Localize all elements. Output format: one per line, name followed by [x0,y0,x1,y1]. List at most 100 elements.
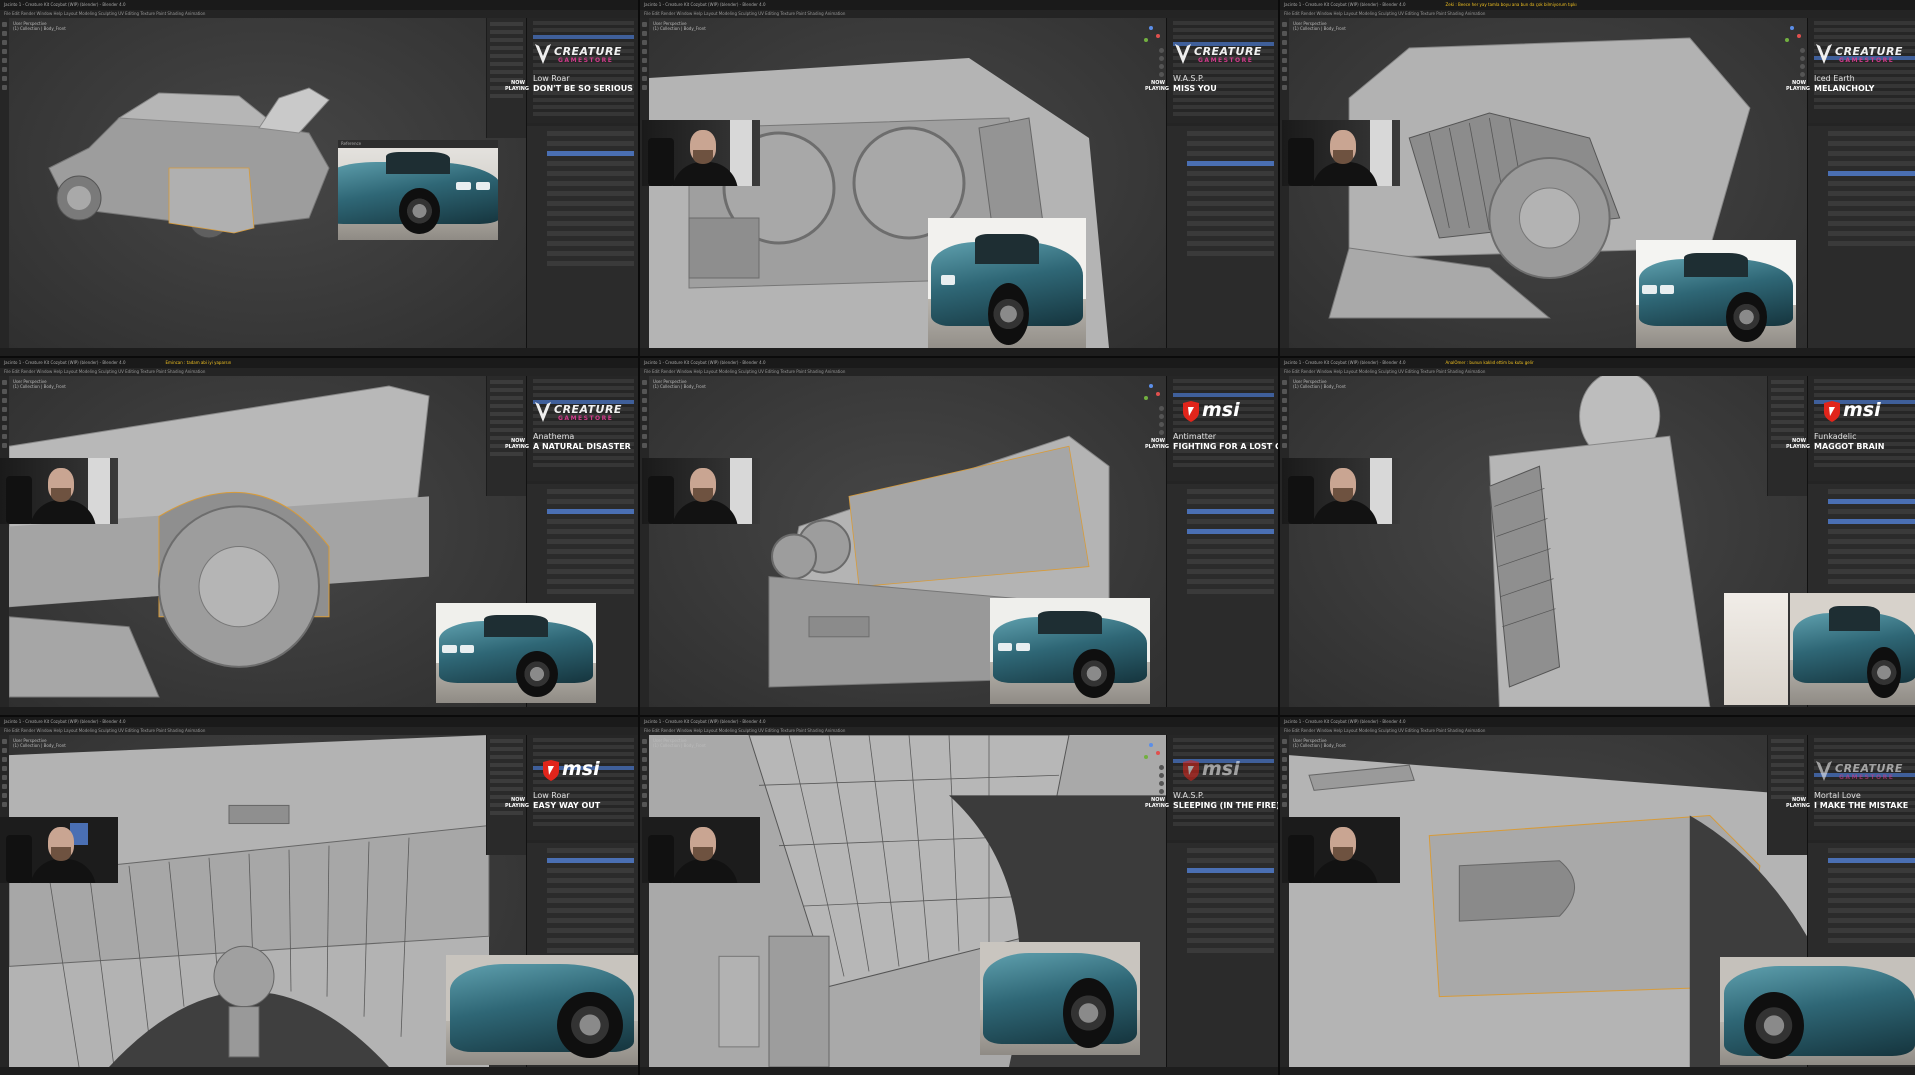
panel-9: Jacinto 1 - Creature Kit Cozybot (WIP) (… [1280,717,1915,1075]
viewport-tools[interactable] [1159,406,1164,438]
reference-image[interactable] [928,218,1086,353]
viewport-info: User Perspective (1) Collection | Body_Fr… [13,379,66,389]
now-playing-song: Iced Earth Melancholy [1814,74,1875,93]
chat-alert: Zeki : Beece her yay tamla boyu ana bun … [1445,2,1577,7]
reference-image[interactable] [446,955,638,1065]
menu-bar[interactable]: File Edit Render Window Help Layout Mode… [640,727,1278,735]
properties-editor[interactable] [527,126,638,348]
navigation-gizmo-icon[interactable] [1142,384,1160,402]
outliner[interactable] [1167,735,1278,840]
title-bar: Jacinto 1 - Creature Kit Cozybot (WIP) (… [0,0,638,10]
now-playing-song: Anathema A Natural Disaster [533,432,631,451]
viewport-tools[interactable] [1800,48,1805,80]
creature-gamestore-logo: CREATURE GAMESTORE [528,40,634,68]
viewport-info: User Perspective (1) Collection | Body_Fr… [653,738,706,748]
navigation-gizmo-icon[interactable] [1142,743,1160,761]
webcam-overlay [1282,458,1400,524]
webcam-overlay [1282,120,1400,186]
tool-shelf[interactable] [0,735,9,1067]
panel-4: Jacinto 1 - Creature Kit Cozybot (WIP) (… [0,358,638,715]
menu-bar[interactable]: File Edit Render Window Help Layout Mode… [640,10,1278,18]
outliner[interactable] [1808,18,1915,123]
now-playing-song: W.A.S.P. Sleeping (In The Fire) [1173,791,1278,810]
menu-bar[interactable]: File Edit Render Window Help Layout Mode… [0,368,638,376]
now-playing-label: NOW PLAYING [1145,797,1170,809]
navigation-gizmo-icon[interactable] [1142,26,1160,44]
tool-shelf[interactable] [0,18,9,348]
viewport-tools[interactable] [1159,48,1164,80]
panel-1: Jacinto 1 - Creature Kit Cozybot (WIP) (… [0,0,638,356]
title-bar: Jacinto 1 - Creature Kit Cozybot (WIP) (… [0,717,638,727]
viewport-info: User Perspective (1) Collection | Body_Fr… [653,21,706,31]
creature-gamestore-logo: CREATURE GAMESTORE [1168,40,1274,68]
outliner[interactable] [527,735,638,840]
now-playing-label: NOW PLAYING [1786,438,1811,450]
now-playing-label: NOW PLAYING [1786,80,1811,92]
tool-shelf[interactable] [640,376,649,707]
menu-bar[interactable]: File Edit Render Window Help Layout Mode… [1280,368,1915,376]
viewport-info: User Perspective (1) Collection | Body_Fr… [13,21,66,31]
chat-alert: AnalOmer : bunun kaklıd ettim bu kutu ge… [1445,360,1534,365]
properties-editor[interactable] [1167,484,1278,707]
webcam-overlay [642,817,760,883]
item-sidebar[interactable] [1767,376,1807,496]
title-bar: Jacinto 1 - Creature Kit Cozybot (WIP) (… [0,358,638,368]
title-bar: Jacinto 1 - Creature Kit Cozybot (WIP) (… [1280,717,1915,727]
item-sidebar[interactable] [1767,735,1807,855]
outliner[interactable] [1808,376,1915,481]
status-bar [1280,348,1915,356]
properties-editor[interactable] [1167,843,1278,1067]
tool-shelf[interactable] [1280,376,1289,707]
properties-editor[interactable] [1808,126,1915,348]
panel-8: Jacinto 1 - Creature Kit Cozybot (WIP) (… [640,717,1278,1075]
status-bar [0,1067,638,1075]
tool-shelf[interactable] [0,376,9,707]
creature-gamestore-logo: CREATURE GAMESTORE [528,398,634,426]
menu-bar[interactable]: File Edit Render Window Help Layout Mode… [1280,10,1915,18]
outliner[interactable] [1167,18,1278,123]
reference-image[interactable] [436,603,596,703]
viewport-info: User Perspective (1) Collection | Body_Fr… [653,379,706,389]
reference-image[interactable] [990,598,1150,704]
creature-gamestore-logo: CREATURE GAMESTORE [1809,40,1915,68]
tool-shelf[interactable] [640,735,649,1067]
status-bar [0,707,638,715]
reference-image[interactable] [1790,593,1915,705]
reference-image-detail[interactable] [1724,593,1788,705]
now-playing-label: NOW PLAYING [505,438,530,450]
webcam-overlay [642,120,760,186]
now-playing-label: NOW PLAYING [505,797,530,809]
navigation-gizmo-icon[interactable] [1783,26,1801,44]
item-sidebar[interactable] [486,376,526,496]
now-playing-song: Low Roar Don't Be So Serious [533,74,633,93]
panel-5: Jacinto 1 - Creature Kit Cozybot (WIP) (… [640,358,1278,715]
right-panels: CREATURE GAMESTORE NOW PLAYING Iced Earth… [1786,18,1915,348]
menu-bar[interactable]: File Edit Render Window Help Layout Mode… [640,368,1278,376]
status-bar [1280,707,1915,715]
viewport-tools[interactable] [1159,765,1164,797]
menu-bar[interactable]: File Edit Render Window Help Layout Mode… [0,727,638,735]
reference-image[interactable] [1720,957,1915,1065]
outliner[interactable] [527,18,638,123]
now-playing-song: W.A.S.P. Miss You [1173,74,1217,93]
now-playing-label: NOW PLAYING [1786,797,1811,809]
menu-bar[interactable]: File Edit Render Window Help Layout Mode… [1280,727,1915,735]
outliner[interactable] [1167,376,1278,481]
outliner[interactable] [527,376,638,481]
viewport-info: User Perspective (1) Collection | Body_Fr… [1293,738,1346,748]
viewport-info: User Perspective (1) Collection | Body_Fr… [1293,379,1346,389]
title-bar: Jacinto 1 - Creature Kit Cozybot (WIP) (… [640,358,1278,368]
right-panels: msi NOW PLAYING W.A.S.P. Sleeping (In The… [1145,735,1278,1067]
title-bar: Jacinto 1 - Creature Kit Cozybot (WIP) (… [640,0,1278,10]
panel-6: Jacinto 1 - Creature Kit Cozybot (WIP) (… [1280,358,1915,715]
tool-shelf[interactable] [1280,735,1289,1067]
reference-image[interactable] [1636,240,1796,348]
reference-image[interactable]: Reference [338,140,498,240]
menu-bar[interactable]: File Edit Render Window Help Layout Mode… [0,10,638,18]
properties-editor[interactable] [1167,126,1278,348]
item-sidebar[interactable] [486,18,526,138]
outliner[interactable] [1808,735,1915,840]
reference-image[interactable] [980,942,1140,1055]
item-sidebar[interactable] [486,735,526,855]
now-playing-song: Low Roar Easy Way Out [533,791,601,810]
